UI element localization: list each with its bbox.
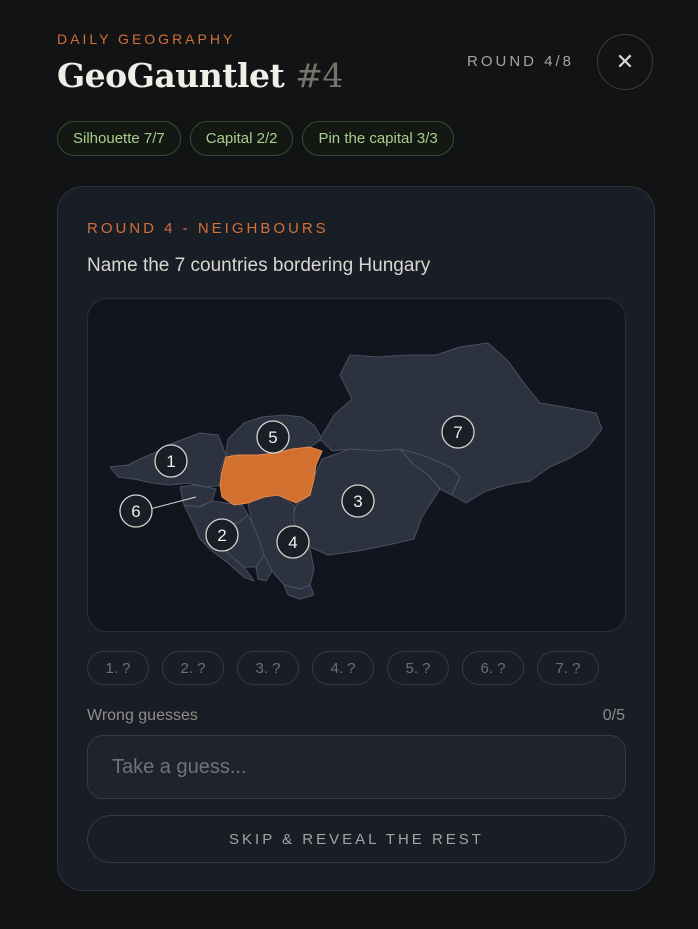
svg-text:7: 7 xyxy=(453,423,462,442)
score-chips: Silhouette 7/7 Capital 2/2 Pin the capit… xyxy=(57,121,454,156)
svg-text:4: 4 xyxy=(288,533,297,552)
answer-slot: 4. ? xyxy=(312,651,374,685)
game-title: GeoGauntlet #4 xyxy=(57,56,343,95)
map-marker-4: 4 xyxy=(276,525,310,559)
game-number: #4 xyxy=(295,56,343,95)
round-card: ROUND 4 - NEIGHBOURS Name the 7 countrie… xyxy=(57,186,655,891)
close-icon: ✕ xyxy=(615,49,635,74)
answer-slot: 1. ? xyxy=(87,651,149,685)
svg-text:6: 6 xyxy=(131,502,140,521)
round-counter: ROUND 4/8 xyxy=(467,53,575,70)
daily-geography-eyebrow: DAILY GEOGRAPHY xyxy=(57,31,236,47)
close-button[interactable]: ✕ xyxy=(597,34,653,90)
chip-capital: Capital 2/2 xyxy=(189,121,294,156)
game-title-text: GeoGauntlet xyxy=(57,56,285,95)
question-text: Name the 7 countries bordering Hungary xyxy=(87,255,431,276)
map-marker-3: 3 xyxy=(341,484,375,518)
country-hungary xyxy=(219,446,323,506)
answer-slot: 5. ? xyxy=(387,651,449,685)
svg-text:3: 3 xyxy=(353,492,362,511)
map-marker-2: 2 xyxy=(205,518,239,552)
guess-input[interactable] xyxy=(87,735,626,799)
svg-text:1: 1 xyxy=(166,452,175,471)
chip-silhouette: Silhouette 7/7 xyxy=(57,121,181,156)
neighbours-map: 1 2 3 4 5 6 7 xyxy=(87,298,626,632)
map-marker-1: 1 xyxy=(154,444,188,478)
answer-slot: 2. ? xyxy=(162,651,224,685)
skip-reveal-button[interactable]: SKIP & REVEAL THE REST xyxy=(87,815,626,863)
svg-text:5: 5 xyxy=(268,428,277,447)
map-marker-7: 7 xyxy=(441,415,475,449)
wrong-guesses-count: 0/5 xyxy=(602,707,625,724)
map-marker-5: 5 xyxy=(256,420,290,454)
svg-text:2: 2 xyxy=(217,526,226,545)
round-eyebrow: ROUND 4 - NEIGHBOURS xyxy=(87,220,329,237)
answer-slot: 3. ? xyxy=(237,651,299,685)
chip-pin-capital: Pin the capital 3/3 xyxy=(302,121,454,156)
map-svg: 1 2 3 4 5 6 7 xyxy=(109,342,603,600)
map-marker-6: 6 xyxy=(119,494,153,528)
wrong-guesses-label: Wrong guesses xyxy=(87,707,198,724)
answer-slots: 1. ? 2. ? 3. ? 4. ? 5. ? 6. ? 7. ? xyxy=(87,651,599,685)
answer-slot: 6. ? xyxy=(462,651,524,685)
answer-slot: 7. ? xyxy=(537,651,599,685)
